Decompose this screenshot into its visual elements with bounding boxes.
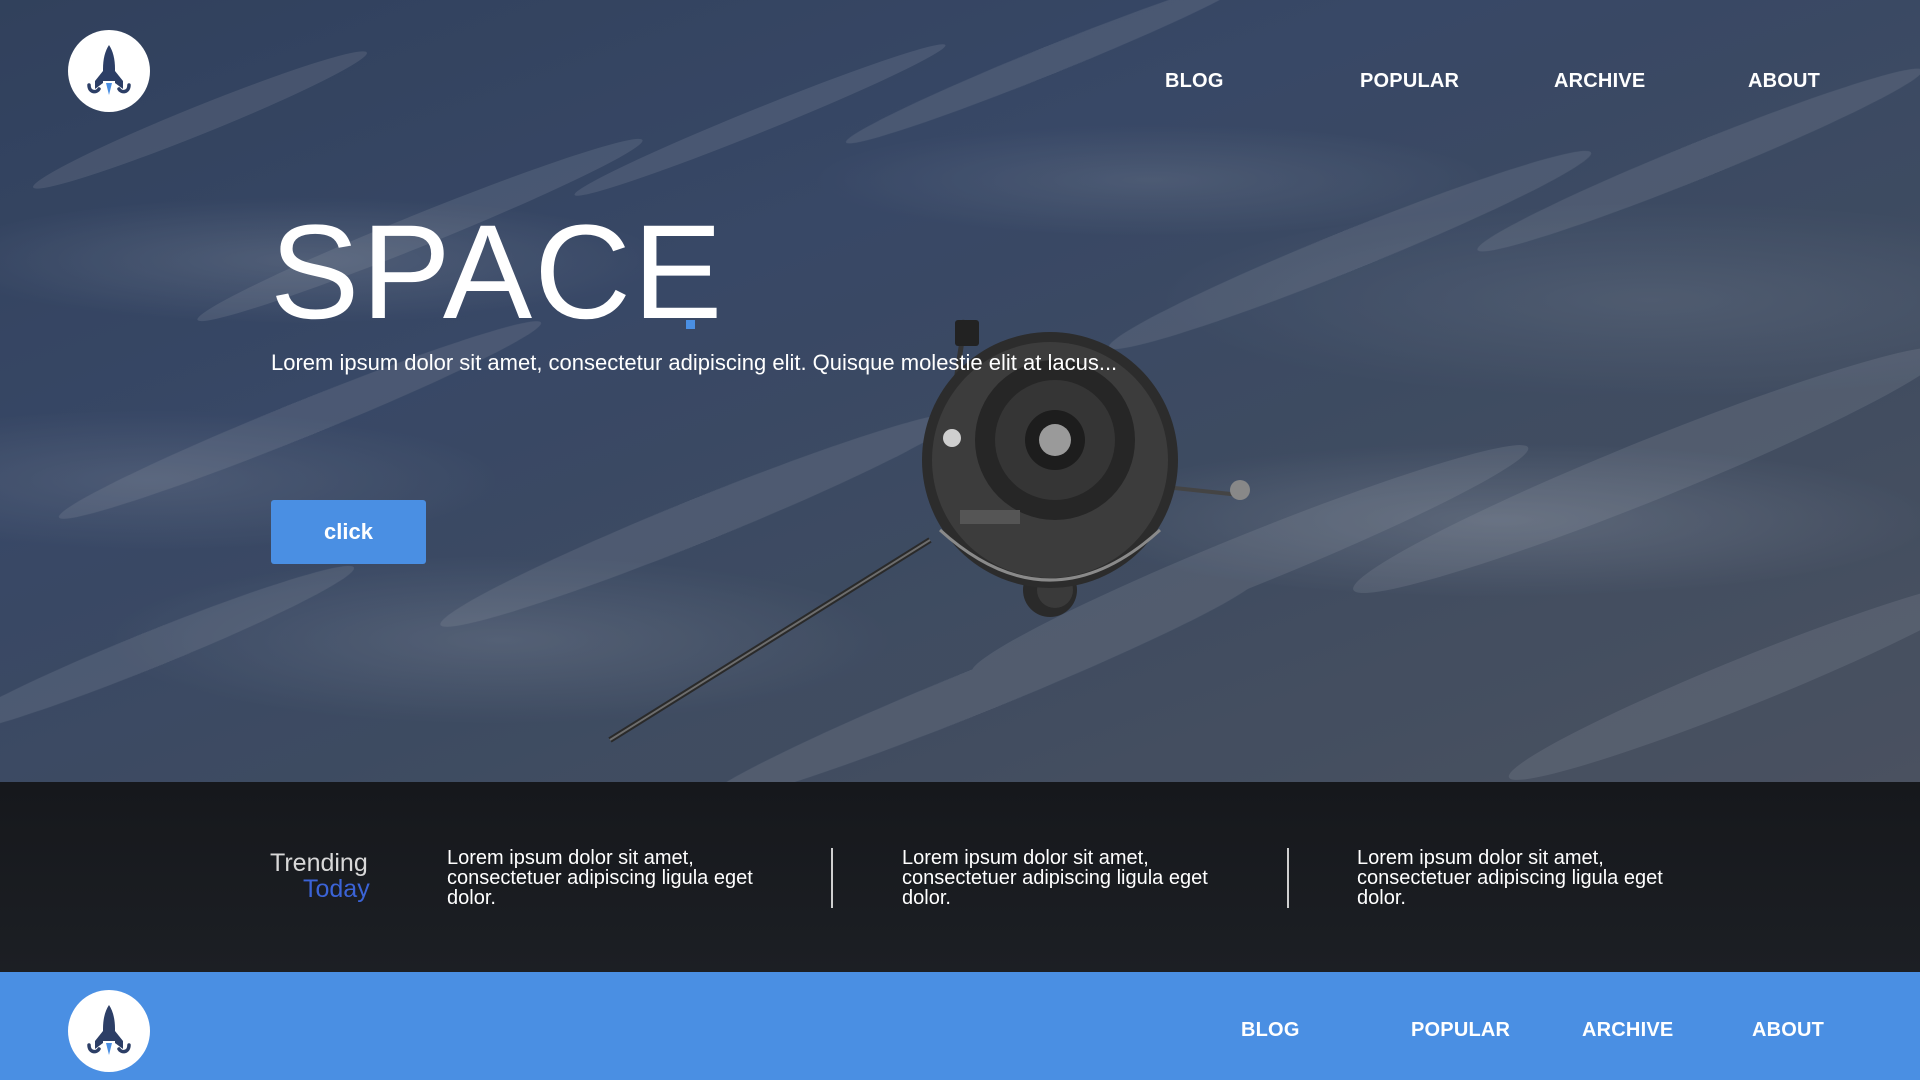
trending-item-2[interactable]: Lorem ipsum dolor sit amet, consectetuer… xyxy=(902,848,1232,908)
hero-title: SPACE xyxy=(270,198,725,347)
nav-blog[interactable]: BLOG xyxy=(1165,70,1224,93)
rocket-logo-icon xyxy=(87,45,131,95)
hero-subtitle: Lorem ipsum dolor sit amet, consectetur … xyxy=(271,350,1118,375)
title-accent-dot xyxy=(686,320,695,329)
rocket-logo-icon xyxy=(87,1005,131,1055)
trending-label-line1: Trending xyxy=(270,849,368,877)
nav-about[interactable]: ABOUT xyxy=(1748,70,1820,93)
hero-section: BLOG POPULAR ARCHIVE ABOUT SPACE Lorem i… xyxy=(0,0,1920,782)
trending-label-line2: Today xyxy=(303,875,370,903)
footer-bar: BLOG POPULAR ARCHIVE ABOUT xyxy=(0,972,1920,1080)
trending-divider-2 xyxy=(1287,848,1289,908)
satellite-image xyxy=(608,319,1250,743)
nav-popular[interactable]: POPULAR xyxy=(1360,70,1459,93)
header-logo[interactable] xyxy=(68,30,150,112)
click-button[interactable]: click xyxy=(271,500,426,564)
nav-archive[interactable]: ARCHIVE xyxy=(1554,70,1645,93)
trending-divider-1 xyxy=(831,848,833,908)
footer-nav-archive[interactable]: ARCHIVE xyxy=(1582,1019,1673,1042)
footer-nav-blog[interactable]: BLOG xyxy=(1241,1019,1300,1042)
footer-nav-about[interactable]: ABOUT xyxy=(1752,1019,1824,1042)
trending-item-3[interactable]: Lorem ipsum dolor sit amet, consectetuer… xyxy=(1357,848,1687,908)
trending-section: Trending Today Lorem ipsum dolor sit ame… xyxy=(0,782,1920,972)
footer-nav-popular[interactable]: POPULAR xyxy=(1411,1019,1510,1042)
trending-label: Trending Today xyxy=(270,850,370,902)
footer-logo[interactable] xyxy=(68,990,150,1072)
trending-item-1[interactable]: Lorem ipsum dolor sit amet, consectetuer… xyxy=(447,848,777,908)
